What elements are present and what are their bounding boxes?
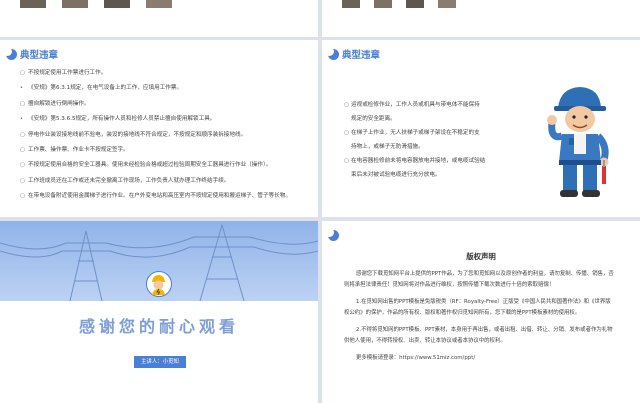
photo-thumb: [438, 0, 456, 8]
list-item: 束后未对被试验电缆进行充分放电。: [344, 168, 524, 182]
list-item: ▢ 在梯子上作业，无人扶梯子或梯子架设在不稳定的支: [344, 126, 524, 140]
moon-logo-icon: [3, 47, 17, 60]
bullet-icon: •: [20, 116, 23, 123]
copyright-title: 版权声明: [466, 252, 496, 261]
copyright-paragraph: 1.在觅知网出售的PPT模板是免版税类（RF：Royalty-Free）正版受《…: [344, 299, 611, 316]
photo-thumb: [342, 0, 360, 8]
copyright-paragraph: 2.不得将觅知网的PPT模板、PPT素材，本身用于再出售，或者出租、出借、转让、…: [344, 327, 613, 344]
list-item-text: 持物上，或梯子无防滑措施。: [351, 144, 424, 150]
slide-violations-2[interactable]: 典型违章 ▢ 运视或检修作业，工作人员或机具与带电体不能保持 规定的安全距离。 ▢ 在梯…: [322, 40, 640, 217]
list-item-text: 《安规》第5.3.6.5规定，所有操作人员和检修人员禁止擅自使用解锁工具。: [28, 116, 216, 123]
list-item-text: 工作票、操作票、作业卡不按规定签字。: [28, 146, 129, 153]
list-item-text: 停电作业装设接地线前不验电，装设的接地线不符合规定，不按规定和顺序装拆接地线。: [28, 131, 247, 138]
slide-top-right-partial[interactable]: [322, 0, 640, 37]
photo-thumb: [20, 0, 46, 8]
list-item-text: 运视或检修作业，工作人员或机具与带电体不能保持: [351, 102, 480, 108]
bullet-icon: ▢: [20, 131, 25, 138]
list-item-text: 束后未对被试验电缆进行充分放电。: [351, 172, 441, 178]
bullet-icon: ▢: [344, 102, 349, 108]
violation-list: ▢ 不按规定使用工作票进行工作。 • 《安规》第6.3.1规定，在电气设备上的工作，应…: [20, 70, 310, 209]
bullet-icon: ▢: [20, 70, 25, 76]
photo-thumb: [406, 0, 424, 8]
list-item-text: 在带电设备附近使用金属梯子进行作业。在户外变电站和高压室内不按规定使用和搬运梯子…: [28, 193, 291, 200]
list-item-text: 工作班成员还在工作或还未完全撤离工作现场，工作负责人就办理工作终结手续。: [28, 177, 230, 184]
list-item: ▢ 不按规定使用合格的安全工器具。使用未经检验合格或超过检验周期安全工器具进行作业…: [20, 162, 310, 168]
list-item-text: 在电容器检修前未将电容器放电并接地，或电缆试验结: [351, 158, 486, 164]
list-item-text: 在梯子上作业，无人扶梯子或梯子架设在不稳定的支: [351, 130, 480, 136]
slide-violations-1[interactable]: 典型违章 ▢ 不按规定使用工作票进行工作。 • 《安规》第6.3.1规定，在电气设备上…: [0, 40, 318, 217]
copyright-body: 感谢您下载觅知网平台上提供的PPT作品，为了您和觅知网以及原创作者的利益，请勿复…: [344, 269, 614, 370]
bullet-icon: ▢: [344, 130, 349, 136]
section-title: 典型违章: [20, 50, 59, 61]
electrician-worker-icon: [547, 87, 609, 197]
list-item: ▢ 不按规定使用工作票进行工作。: [20, 70, 310, 76]
list-item: ▢ 工作票、操作票、作业卡不按规定签字。: [20, 147, 310, 153]
list-item: ▢ 擅自解锁进行倒闸操作。: [20, 101, 310, 107]
list-item-text: 不按规定使用合格的安全工器具。使用未经检验合格或超过检验周期安全工器具进行作业（…: [28, 162, 272, 169]
bullet-icon: ▢: [20, 162, 25, 169]
bullet-icon: •: [20, 85, 23, 92]
section-title: 典型违章: [342, 50, 381, 61]
thanks-headline: 感谢您的耐心观看: [78, 317, 239, 336]
presenter-label: 主讲人：小觅知: [134, 356, 186, 368]
bullet-icon: ▢: [20, 177, 25, 184]
list-item: • 《安规》第5.3.6.5规定，所有操作人员和检修人员禁止擅自使用解锁工具。: [20, 116, 310, 122]
list-item: ▢ 工作班成员还在工作或还未完全撤离工作现场，工作负责人就办理工作终结手续。: [20, 178, 310, 184]
list-item-text: 规定的安全距离。: [351, 116, 396, 122]
slide-thanks[interactable]: 感谢您的耐心观看 主讲人：小觅知: [0, 221, 318, 403]
copyright-paragraph: 感谢您下载觅知网平台上提供的PPT作品，为了您和觅知网以及原创作者的利益，请勿复…: [344, 271, 614, 288]
list-item: ▢ 运视或检修作业，工作人员或机具与带电体不能保持: [344, 98, 524, 112]
list-item-text: 《安规》第6.3.1规定，在电气设备上的工作，应填用工作票。: [28, 85, 183, 92]
photo-thumb: [146, 0, 172, 8]
list-item: 持物上，或梯子无防滑措施。: [344, 140, 524, 154]
list-item: 规定的安全距离。: [344, 112, 524, 126]
list-item-text: 不按规定使用工作票进行工作。: [28, 70, 107, 76]
bullet-icon: ▢: [344, 158, 349, 164]
moon-logo-icon: [325, 47, 339, 60]
bullet-icon: ▢: [20, 193, 25, 200]
list-item: ▢ 在带电设备附近使用金属梯子进行作业。在户外变电站和高压室内不按规定使用和搬运梯…: [20, 193, 310, 199]
bullet-icon: ▢: [20, 146, 25, 153]
photo-thumb: [374, 0, 392, 8]
bullet-icon: ▢: [20, 100, 25, 107]
photo-thumb: [62, 0, 88, 8]
list-item: • 《安规》第6.3.1规定，在电气设备上的工作，应填用工作票。: [20, 85, 310, 91]
slide-top-left-partial[interactable]: [0, 0, 318, 37]
violation-list: ▢ 运视或检修作业，工作人员或机具与带电体不能保持 规定的安全距离。 ▢ 在梯子上作业，…: [344, 98, 524, 182]
moon-logo-icon: [325, 228, 339, 241]
list-item-text: 擅自解锁进行倒闸操作。: [28, 100, 90, 107]
copyright-paragraph: 更多模板请登录：https://www.51miz.com/ppt/: [356, 355, 476, 361]
presenter-avatar: [146, 271, 172, 297]
list-item: ▢ 停电作业装设接地线前不验电，装设的接地线不符合规定，不按规定和顺序装拆接地线。: [20, 132, 310, 138]
list-item: ▢ 在电容器检修前未将电容器放电并接地，或电缆试验结: [344, 154, 524, 168]
worker-avatar-icon: [152, 275, 165, 296]
photo-thumb: [104, 0, 130, 8]
slide-copyright[interactable]: 版权声明 感谢您下载觅知网平台上提供的PPT作品，为了您和觅知网以及原创作者的利…: [322, 221, 640, 403]
